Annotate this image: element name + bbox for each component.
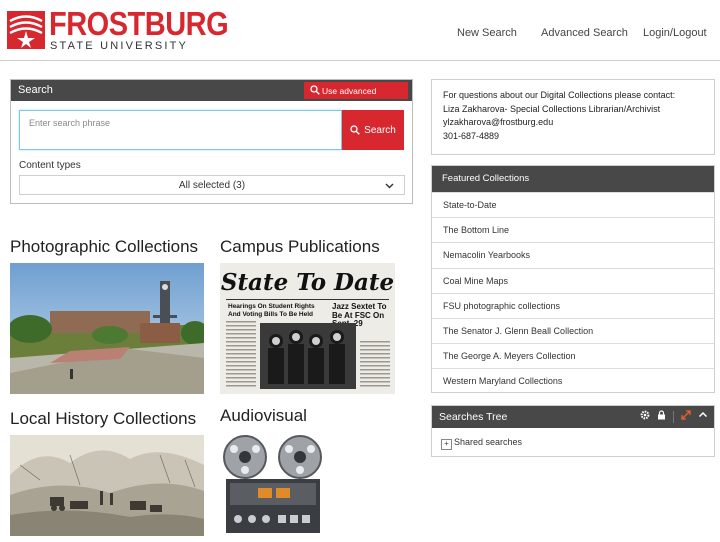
featured-item-george-meyers[interactable]: The George A. Meyers Collection — [432, 343, 714, 368]
searches-tree-panel: Searches Tree + Shared searches — [431, 405, 715, 457]
historical-sketch-illustration — [10, 435, 204, 536]
featured-item-bottom-line[interactable]: The Bottom Line — [432, 217, 714, 242]
search-panel-title: Search — [18, 84, 53, 96]
contact-name: Liza Zakharova- Special Collections Libr… — [443, 103, 661, 114]
content-types-value: All selected (3) — [178, 180, 246, 191]
photographic-collections-title[interactable]: Photographic Collections — [10, 237, 198, 257]
content-types-select[interactable]: All selected (3) — [19, 175, 405, 195]
audiovisual-thumbnail[interactable] — [220, 433, 326, 536]
campus-publications-thumbnail[interactable]: State To Date Hearings On Student Rights… — [220, 263, 395, 394]
logo-wordmark[interactable]: FROSTBURG — [49, 6, 229, 44]
photographic-collections-thumbnail[interactable] — [10, 263, 204, 394]
searches-tree-title: Searches Tree — [439, 411, 508, 423]
featured-collections-title: Featured Collections — [432, 166, 714, 192]
featured-item-fsu-photographic[interactable]: FSU photographic collections — [432, 292, 714, 318]
search-input[interactable]: Enter search phrase — [19, 110, 342, 150]
campus-clocktower-photo — [10, 263, 204, 394]
featured-item-nemacolin-yearbooks[interactable]: Nemacolin Yearbooks — [432, 242, 714, 267]
chevron-up-icon[interactable] — [698, 410, 708, 423]
featured-item-state-to-date[interactable]: State-to-Date — [432, 192, 714, 217]
plus-icon[interactable]: + — [441, 439, 452, 450]
local-history-collections-thumbnail[interactable] — [10, 435, 204, 536]
contact-info-box: For questions about our Digital Collecti… — [431, 79, 715, 155]
nav-new-search[interactable]: New Search — [457, 27, 517, 39]
local-history-collections-title[interactable]: Local History Collections — [10, 409, 196, 429]
search-icon — [310, 85, 320, 95]
contact-email[interactable]: ylzakharova@frostburg.edu — [443, 116, 714, 130]
logo-subtitle: STATE UNIVERSITY — [50, 40, 189, 52]
use-advanced-search-button[interactable]: Use advanced search — [304, 82, 408, 113]
featured-item-glenn-beall[interactable]: The Senator J. Glenn Beall Collection — [432, 317, 714, 343]
featured-collections-panel: Featured Collections State-to-Date The B… — [431, 165, 715, 393]
newspaper-columns — [226, 321, 390, 389]
tools-divider — [673, 410, 675, 423]
logo-mark[interactable] — [7, 11, 45, 49]
search-icon — [350, 124, 360, 135]
searches-tree-tools — [636, 410, 708, 423]
content-types-label: Content types — [19, 160, 81, 171]
contact-intro: For questions about our Digital Collecti… — [443, 90, 676, 100]
nav-login-logout[interactable]: Login/Logout — [643, 27, 707, 39]
gear-icon[interactable] — [640, 410, 650, 423]
search-panel: Search Use advanced search Enter search … — [10, 79, 413, 204]
featured-item-western-maryland[interactable]: Western Maryland Collections — [432, 368, 714, 393]
expand-icon[interactable] — [681, 410, 691, 423]
featured-item-coal-mine-maps[interactable]: Coal Mine Maps — [432, 267, 714, 293]
searches-tree-header: Searches Tree — [432, 406, 714, 428]
site-header: FROSTBURG STATE UNIVERSITY New Search Ad… — [0, 0, 720, 61]
lock-icon[interactable] — [657, 410, 666, 423]
contact-phone: 301-687-4889 — [443, 130, 500, 141]
shared-searches-node[interactable]: + Shared searches — [441, 437, 522, 450]
campus-publications-title[interactable]: Campus Publications — [220, 237, 380, 257]
search-button[interactable]: Search — [342, 110, 404, 150]
reel-to-reel-tape-icon — [220, 433, 326, 536]
search-panel-header: Search Use advanced search — [11, 80, 412, 113]
search-button-label: Search — [364, 124, 396, 136]
use-advanced-search-label: Use advanced search — [322, 86, 377, 113]
chevron-down-icon — [385, 183, 394, 189]
shared-searches-label: Shared searches — [454, 437, 523, 447]
audiovisual-title[interactable]: Audiovisual — [220, 406, 307, 426]
nav-advanced-search[interactable]: Advanced Search — [541, 27, 628, 39]
